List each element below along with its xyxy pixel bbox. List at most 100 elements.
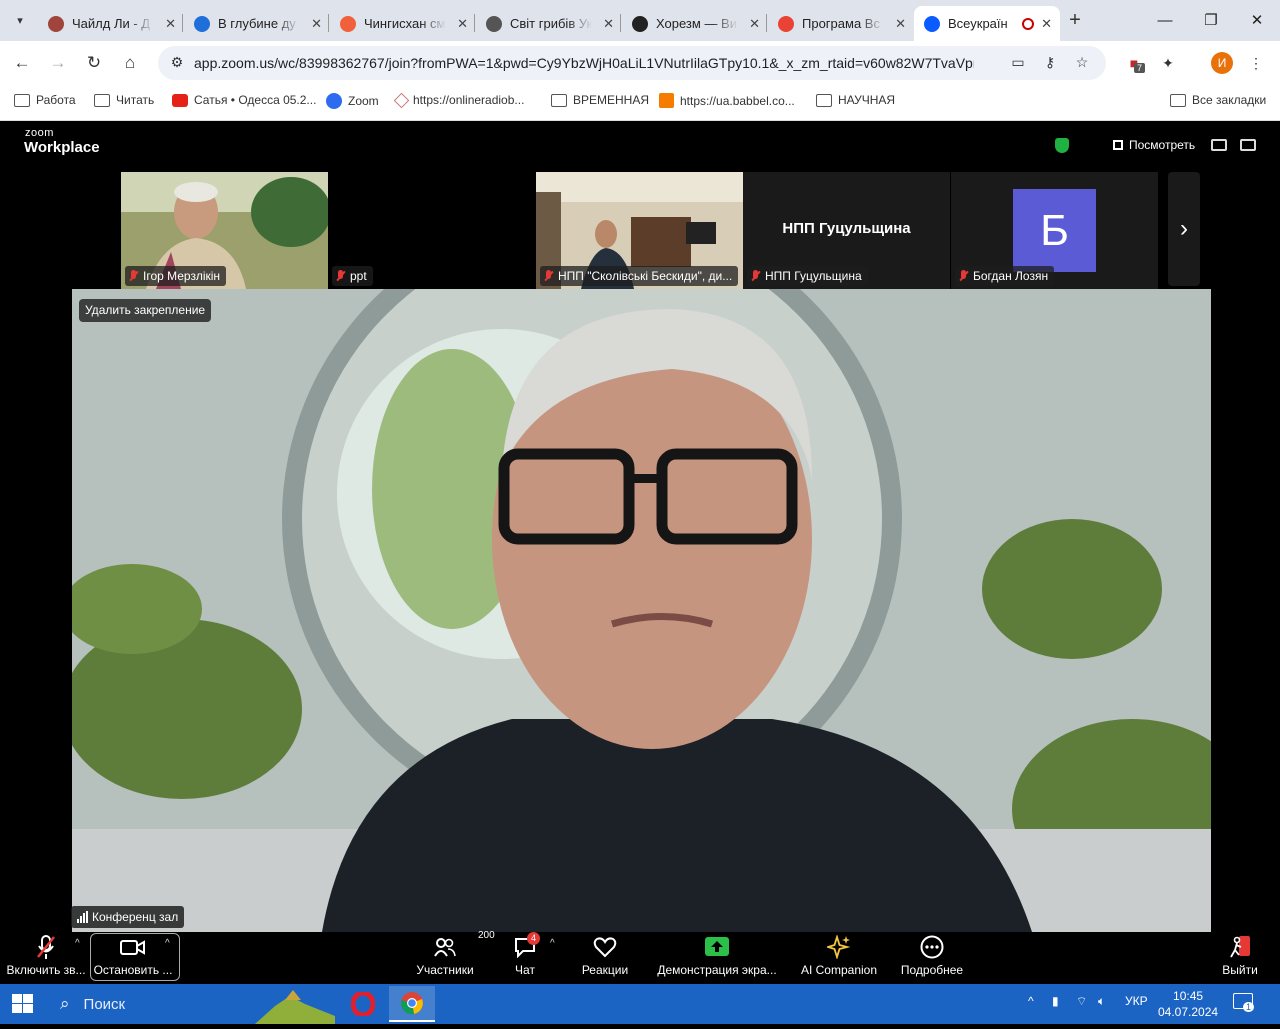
folder-icon (816, 93, 832, 107)
tab-7[interactable]: Всеукраїн ✕ (914, 6, 1060, 41)
bookmark-6[interactable]: ВРЕМЕННАЯ (551, 93, 649, 107)
chrome-app-icon[interactable] (389, 986, 435, 1022)
tab-3[interactable]: Чингисхан см ✕ (330, 6, 476, 41)
bookmark-label: https://onlineradiob... (413, 93, 525, 107)
profile-avatar[interactable]: И (1211, 52, 1233, 74)
home-button[interactable]: ⌂ (118, 51, 142, 75)
fullscreen-icon[interactable] (1240, 139, 1256, 151)
tab-search-button[interactable]: ▾ (8, 8, 32, 32)
speaker-video-frame (72, 289, 1211, 932)
volume-icon[interactable]: 🔈︎ (1098, 994, 1105, 1009)
tab-2[interactable]: В глубине ду ✕ (184, 6, 330, 41)
bookmark-star-icon[interactable]: ☆ (1072, 54, 1092, 72)
close-tab-icon[interactable]: ✕ (749, 16, 760, 32)
share-screen-button[interactable]: Демонстрация экра... (655, 934, 779, 982)
minimize-meeting-icon[interactable] (1211, 139, 1227, 151)
leave-icon (1228, 934, 1252, 960)
participants-label: Участники (416, 963, 474, 977)
participant-tile[interactable]: НПП "Сколівські Бескиди", ди... (536, 172, 743, 289)
bookmark-2[interactable]: Читать (94, 93, 154, 107)
bookmark-4[interactable]: Zoom (326, 93, 379, 109)
stop-video-content: Остановить ... (94, 934, 172, 982)
bookmark-1[interactable]: Работа (14, 93, 76, 107)
tab-4[interactable]: Світ грибів Ук ✕ (476, 6, 622, 41)
tab-title: Програма Вс (802, 16, 880, 31)
participant-center-name: НПП Гуцульщина (782, 220, 911, 237)
address-bar[interactable]: ⚙ app.zoom.us/wc/83998362767/join?fromPW… (158, 46, 1106, 80)
more-label: Подробнее (900, 963, 964, 977)
opera-app-icon[interactable] (340, 986, 386, 1022)
close-tab-icon[interactable]: ✕ (165, 16, 176, 32)
unpin-button[interactable]: Удалить закрепление (79, 299, 212, 322)
participant-tile[interactable]: Б Богдан Лозян (951, 172, 1158, 289)
muted-mic-icon (129, 270, 138, 282)
participant-tile[interactable]: НПП Гуцульщина НПП Гуцульщина (743, 172, 950, 289)
leave-button[interactable]: Выйти (1220, 934, 1260, 982)
azure-icon (194, 15, 210, 32)
microphone-tray-icon[interactable]: ▮ (1052, 994, 1059, 1008)
main-speaker-video (72, 289, 1211, 932)
meeting-controls-bar (0, 932, 1280, 984)
more-button[interactable]: Подробнее (900, 934, 964, 982)
bookmark-3[interactable]: Сатья • Одесса 05.2... (172, 93, 316, 107)
forward-button[interactable]: → (46, 51, 70, 75)
all-bookmarks[interactable]: Все закладки (1170, 93, 1266, 107)
zoom-logo-bottom: Workplace (24, 139, 100, 156)
speaker-name-label: Конференц зал (71, 906, 185, 928)
taskbar-clock[interactable]: 10:45 04.07.2024 (1158, 988, 1218, 1020)
reactions-button[interactable]: Реакции (578, 934, 632, 982)
close-tab-icon[interactable]: ✕ (1041, 16, 1052, 32)
participant-tile[interactable]: Ігор Мерзлікін (121, 172, 328, 289)
tab-5[interactable]: Хорезм — Ви ✕ (622, 6, 768, 41)
folder-icon (14, 93, 30, 107)
leave-label: Выйти (1222, 963, 1258, 977)
close-tab-icon[interactable]: ✕ (311, 16, 322, 32)
view-button[interactable]: Посмотреть (1113, 138, 1195, 152)
taskbar-search[interactable]: ⌕ Поиск (50, 984, 245, 1024)
close-tab-icon[interactable]: ✕ (603, 16, 614, 32)
close-tab-icon[interactable]: ✕ (457, 16, 468, 32)
tab-1[interactable]: Чайлд Ли - Д ✕ (38, 6, 184, 41)
chat-options-chevron-icon[interactable]: ^ (550, 938, 555, 949)
bookmark-7[interactable]: https://ua.babbel.co... (659, 93, 795, 108)
key-icon[interactable]: ⚷ (1040, 54, 1060, 72)
browser-menu-icon[interactable]: ⋮ (1244, 51, 1268, 75)
bookmark-5[interactable]: https://onlineradiob... (393, 92, 525, 108)
back-button[interactable]: ← (10, 51, 34, 75)
language-indicator[interactable]: УКР (1125, 994, 1148, 1008)
ai-companion-button[interactable]: AI Companion (800, 934, 878, 982)
extension-icon[interactable]: ■7 (1122, 51, 1146, 75)
bookmark-8[interactable]: НАУЧНАЯ (816, 93, 895, 107)
all-bookmarks-label: Все закладки (1192, 93, 1267, 107)
ai-companion-label: AI Companion (800, 963, 878, 977)
view-label: Посмотреть (1129, 138, 1196, 152)
minimize-button[interactable]: — (1142, 6, 1188, 34)
participant-name-text: Богдан Лозян (973, 269, 1049, 283)
globe-icon (486, 15, 502, 32)
participants-button[interactable]: 200 Участники (412, 930, 495, 982)
tab-6[interactable]: Програма Вс ✕ (768, 6, 914, 41)
close-window-button[interactable]: ✕ (1234, 6, 1280, 34)
tab-title: Світ грибів Ук (510, 16, 592, 31)
notification-icon[interactable]: 1 (1233, 993, 1255, 1012)
extensions-puzzle-icon[interactable]: ✦ (1156, 51, 1180, 75)
camera-icon[interactable]: ▭ (1008, 54, 1028, 72)
close-tab-icon[interactable]: ✕ (895, 16, 906, 32)
show-hidden-icons-chevron-icon[interactable]: ^ (1028, 994, 1034, 1008)
site-info-icon[interactable]: ⚙ (168, 54, 186, 72)
chat-button[interactable]: 4 Чат (508, 932, 542, 982)
network-icon[interactable]: ⌔ (1076, 994, 1087, 1009)
muted-mic-icon (336, 270, 345, 282)
unmute-button[interactable]: Включить зв... (6, 934, 86, 982)
video-options-chevron-icon[interactable]: ^ (165, 938, 170, 949)
participant-tile[interactable]: ppt (328, 172, 535, 289)
reload-button[interactable]: ↻ (82, 51, 106, 75)
participants-icon: 200 (434, 930, 495, 960)
new-tab-button[interactable]: + (1063, 8, 1087, 32)
encryption-shield-icon[interactable] (1055, 138, 1069, 153)
windows-start-icon[interactable] (12, 994, 34, 1014)
audio-options-chevron-icon[interactable]: ^ (75, 938, 80, 949)
maximize-button[interactable]: ❐ (1188, 6, 1234, 34)
zoom-icon (924, 15, 940, 32)
next-page-chevron-icon[interactable]: › (1168, 172, 1200, 286)
